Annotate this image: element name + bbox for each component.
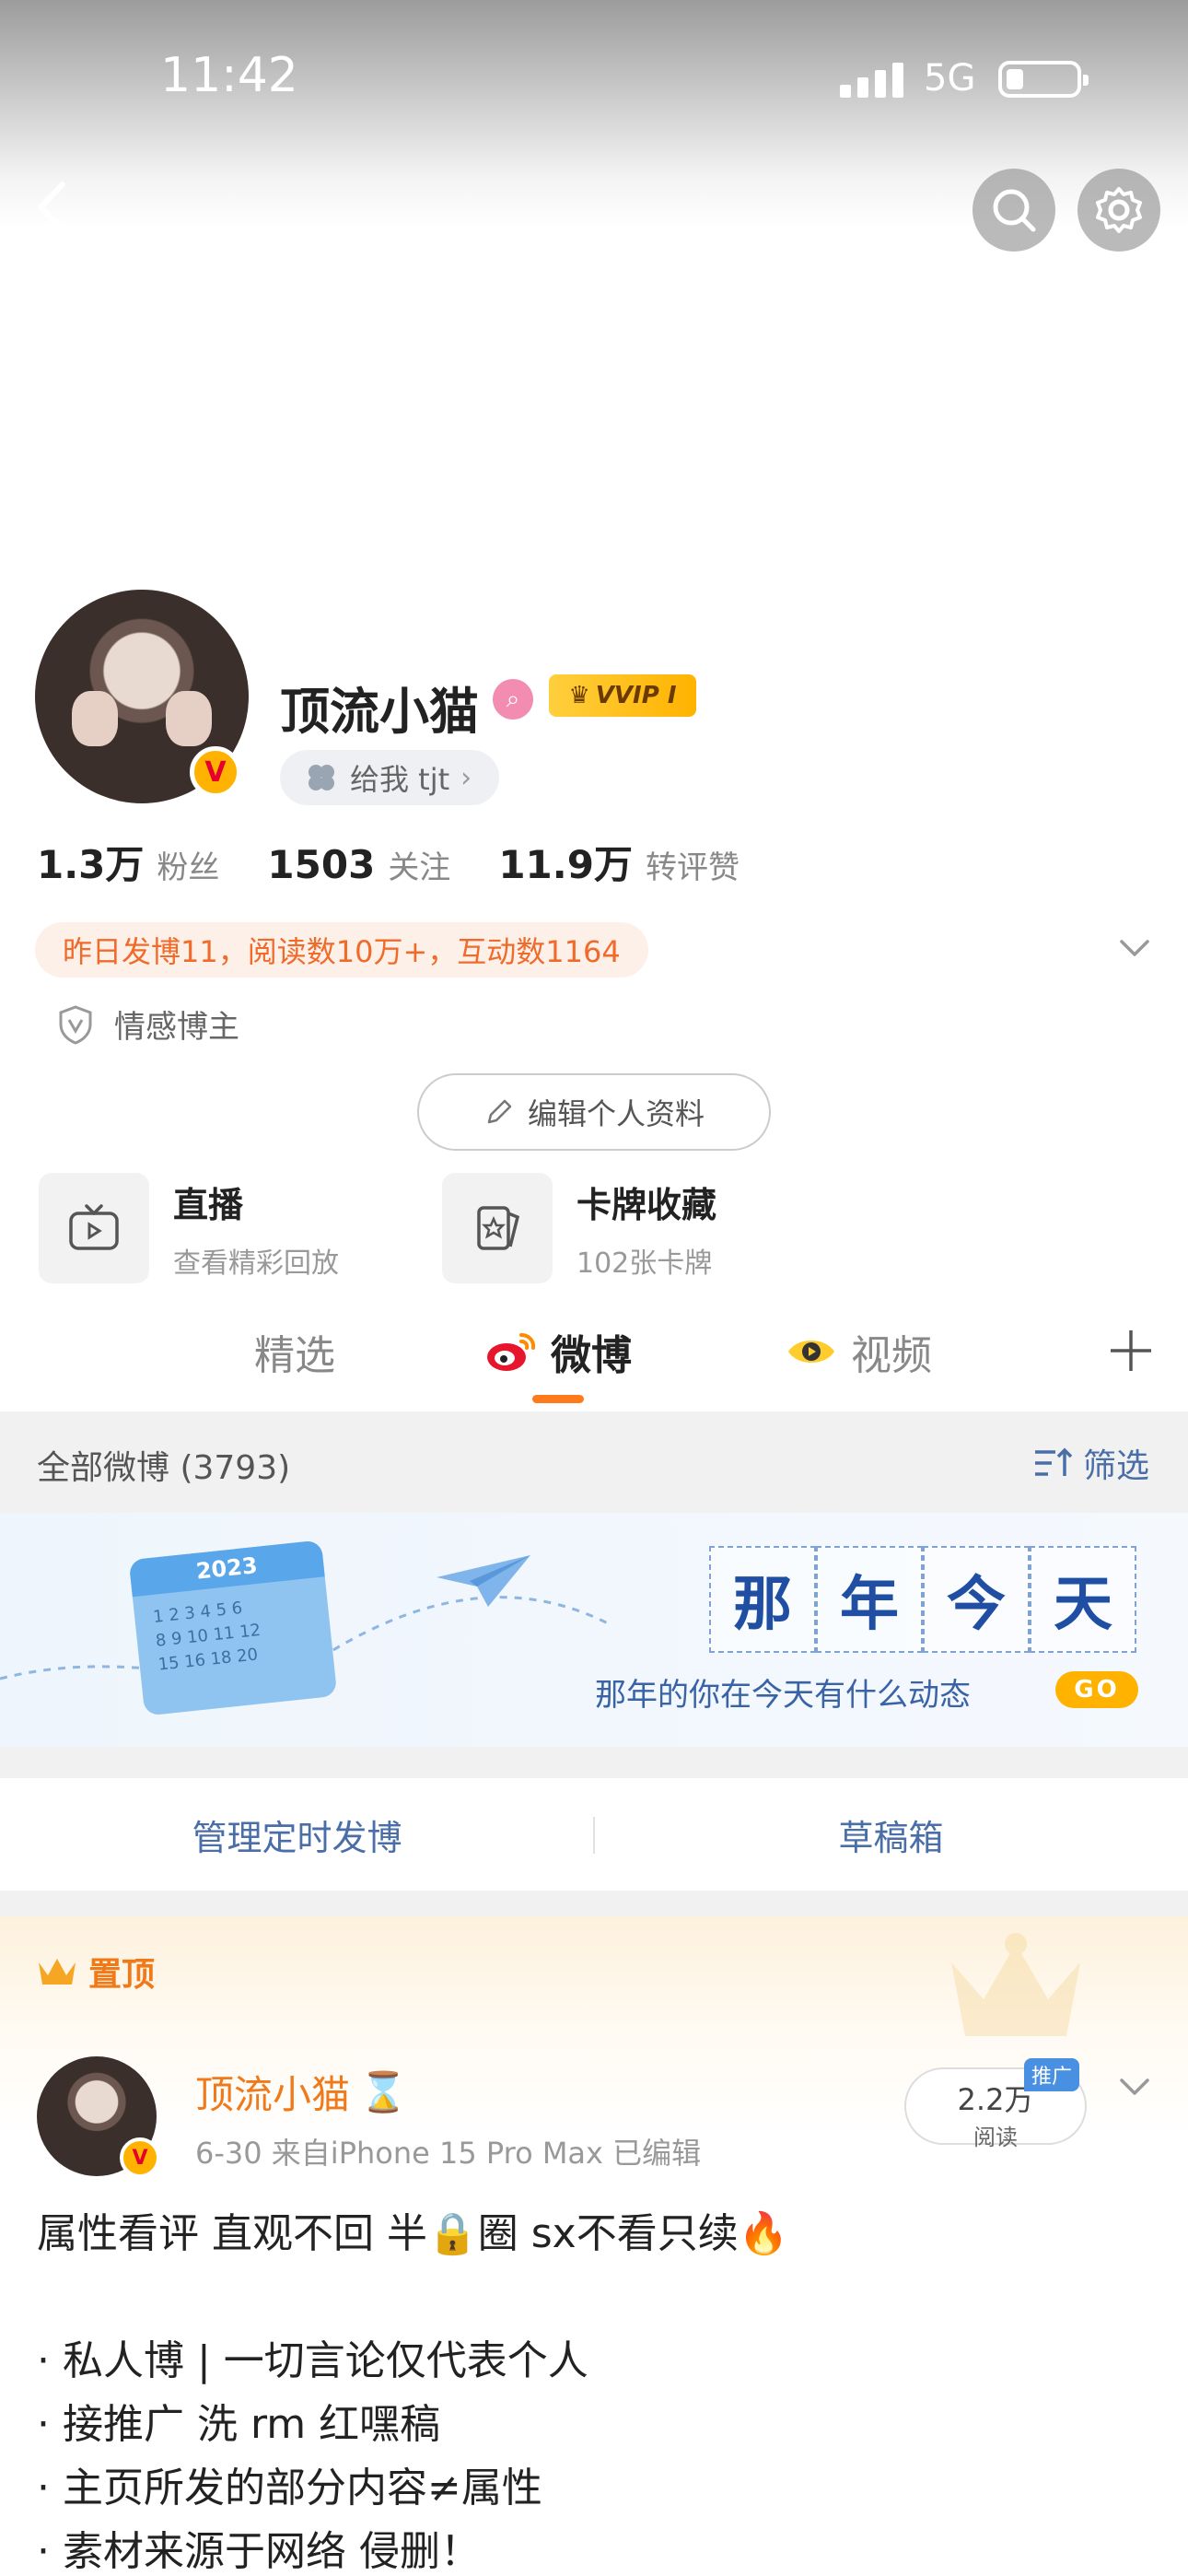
search-user-icon[interactable]: ⌕ <box>493 679 533 720</box>
verified-badge: V <box>190 746 241 798</box>
search-button[interactable] <box>973 169 1055 252</box>
likes-count[interactable]: 11.9万 <box>498 834 633 890</box>
header-background <box>0 0 1188 304</box>
divider <box>0 1747 1188 1778</box>
profile-stats: 1.3万 粉丝 1503 关注 11.9万 转评赞 <box>37 834 787 890</box>
daily-summary[interactable]: 昨日发博11，阅读数10万+，互动数1164 <box>35 922 648 978</box>
chevron-down-icon[interactable] <box>1116 2073 1153 2101</box>
signal-icon <box>840 63 903 98</box>
settings-button[interactable] <box>1077 169 1160 252</box>
shield-icon <box>59 1004 92 1045</box>
scheduled-posts-button[interactable]: 管理定时发博 <box>0 1778 594 1891</box>
chevron-right-icon: › <box>460 761 472 794</box>
gear-icon <box>1096 187 1142 233</box>
calendar-illustration: 2023 1 2 3 4 5 68 9 10 11 12 15 16 18 20 <box>128 1540 338 1716</box>
add-tab-button[interactable] <box>1107 1327 1155 1375</box>
memories-banner[interactable]: 2023 1 2 3 4 5 68 9 10 11 12 15 16 18 20 … <box>0 1513 1188 1747</box>
profile-name: 顶流小猫 <box>280 683 479 741</box>
manage-bar: 管理定时发博 草稿箱 <box>0 1778 1188 1891</box>
banner-title: 那 年 今 天 <box>709 1546 1136 1653</box>
filter-button[interactable]: 筛选 <box>1031 1439 1149 1487</box>
tab-featured[interactable]: 精选 <box>254 1322 335 1381</box>
go-button[interactable]: GO <box>1055 1671 1138 1708</box>
promo-badge: 推广 <box>1024 2058 1080 2091</box>
followers-count[interactable]: 1.3万 <box>37 834 144 890</box>
pencil-icon <box>487 1099 512 1124</box>
clover-icon <box>309 765 334 790</box>
edit-profile-button[interactable]: 编辑个人资料 <box>417 1073 771 1151</box>
weibo-logo-icon <box>487 1333 536 1371</box>
tab-weibo[interactable]: 微博 <box>484 1322 632 1381</box>
drafts-button[interactable]: 草稿箱 <box>594 1778 1188 1891</box>
active-tab-indicator <box>532 1395 584 1403</box>
following-count[interactable]: 1503 <box>267 842 375 887</box>
feature-cards[interactable]: 卡牌收藏 102张卡牌 <box>442 1173 716 1283</box>
back-button[interactable] <box>26 175 81 240</box>
plus-icon <box>1111 1330 1151 1371</box>
chevron-down-icon[interactable] <box>1116 934 1153 962</box>
pin-label: 置顶 <box>35 1948 155 1996</box>
filter-icon <box>1034 1447 1073 1476</box>
all-posts-count: 全部微博 (3793) <box>37 1449 291 1487</box>
network-label: 5G <box>924 57 976 100</box>
vip-badge[interactable]: ♛ VVIP I <box>549 674 696 717</box>
hourglass-icon: ⌛ <box>359 2068 408 2114</box>
crown-icon <box>39 1959 76 1985</box>
divider <box>0 1891 1188 1916</box>
tab-video[interactable]: 视频 <box>785 1322 932 1381</box>
post-meta: 6-30 来自iPhone 15 Pro Max 已编辑 <box>195 2136 702 2171</box>
post-author-name[interactable]: 顶流小猫 ⌛ <box>195 2064 407 2120</box>
verified-badge: V <box>120 2137 160 2178</box>
search-icon <box>993 189 1036 232</box>
filter-bar: 全部微博 (3793) 筛选 <box>0 1411 1188 1513</box>
pinned-post[interactable]: 置顶 V 顶流小猫 ⌛ 6-30 来自iPhone 15 Pro Max 已编辑… <box>0 1916 1188 2576</box>
blogger-type[interactable]: 情感博主 <box>57 1001 239 1047</box>
status-time: 11:42 <box>160 48 298 103</box>
crown-icon: ♛ <box>568 682 590 709</box>
feature-live[interactable]: 直播 查看精彩回放 <box>39 1173 339 1283</box>
paper-plane-icon <box>433 1550 534 1618</box>
battery-icon <box>998 61 1089 98</box>
card-icon <box>442 1173 553 1283</box>
post-text: 属性看评 直观不回 半🔒圈 sx不看只续🔥 · 私人博 | 一切言论仅代表个人 … <box>37 2210 789 2575</box>
tv-icon <box>39 1173 149 1283</box>
profile-tag[interactable]: 给我 tjt › <box>280 750 500 805</box>
crown-decoration-icon <box>938 1926 1094 2067</box>
video-eye-icon <box>788 1341 834 1363</box>
banner-subtitle: 那年的你在今天有什么动态 <box>595 1677 971 1714</box>
